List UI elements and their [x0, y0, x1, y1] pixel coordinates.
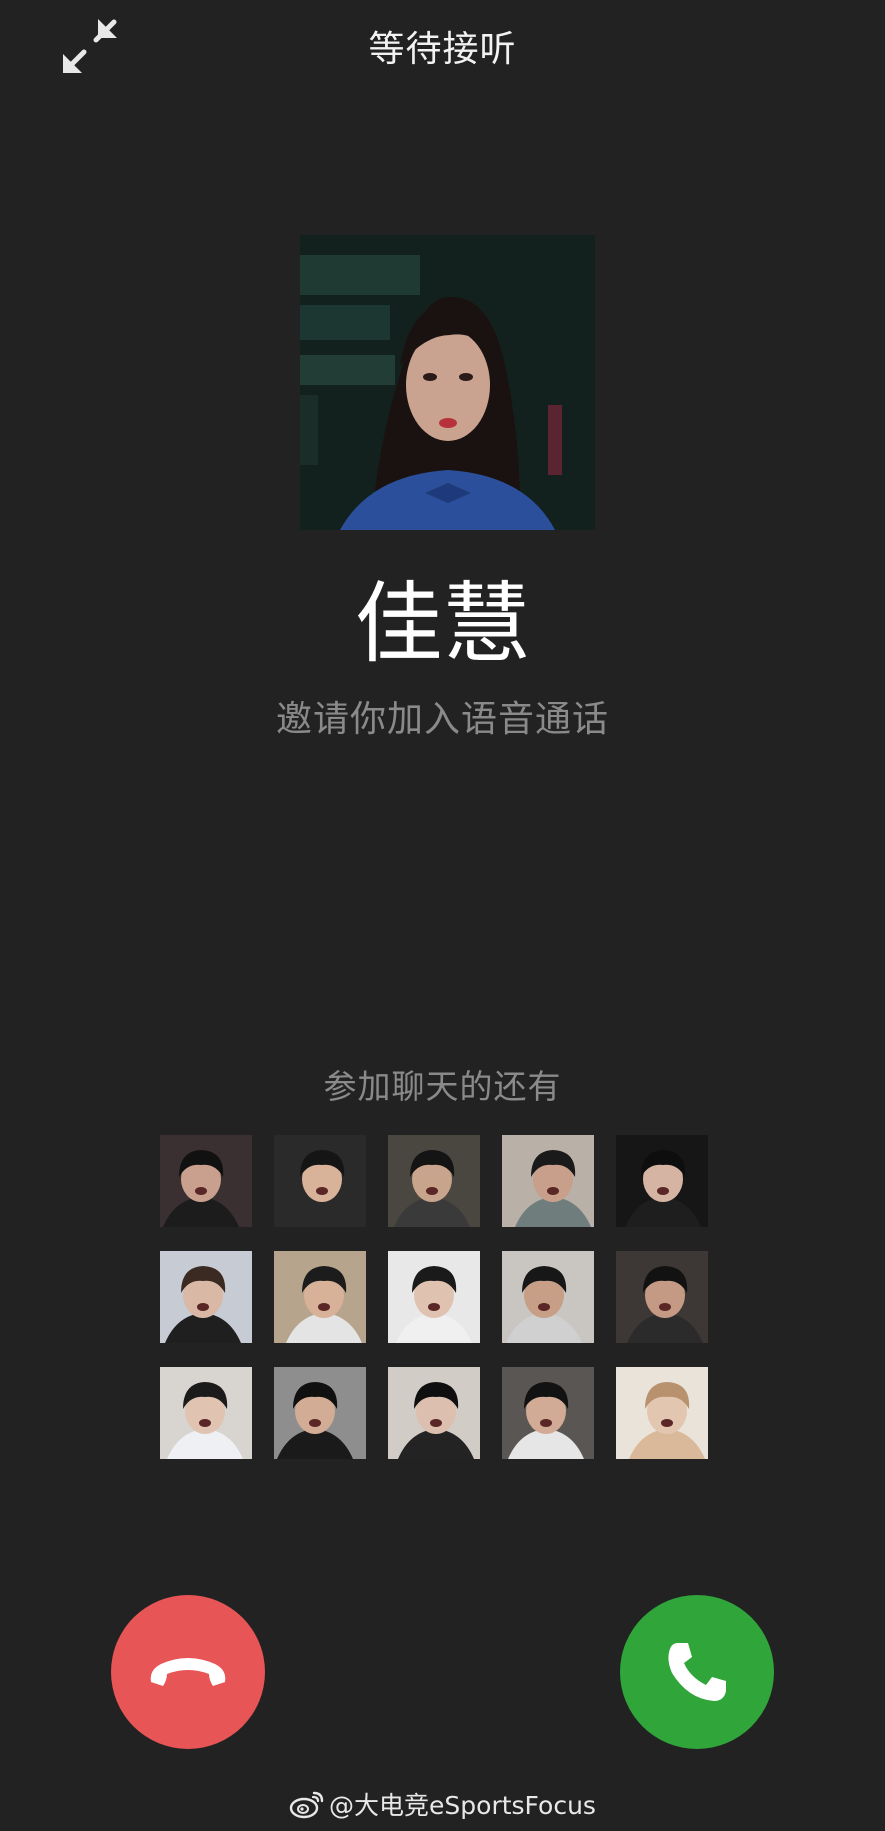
watermark-text: @大电竞eSportsFocus	[329, 1791, 596, 1820]
watermark: @大电竞eSportsFocus	[0, 1786, 885, 1822]
participant-avatar[interactable]	[274, 1367, 366, 1459]
weibo-icon	[289, 1791, 324, 1819]
phone-icon	[668, 1643, 726, 1701]
participant-avatar[interactable]	[502, 1251, 594, 1343]
participant-avatar[interactable]	[616, 1251, 708, 1343]
participant-avatar[interactable]	[502, 1135, 594, 1227]
participant-avatar[interactable]	[502, 1367, 594, 1459]
participant-avatar[interactable]	[160, 1367, 252, 1459]
participant-avatar[interactable]	[616, 1135, 708, 1227]
accept-button[interactable]	[620, 1595, 774, 1749]
participants-label: 参加聊天的还有	[323, 1067, 562, 1106]
invite-text: 邀请你加入语音通话	[275, 699, 609, 740]
participants-grid	[160, 1135, 730, 1459]
participant-avatar[interactable]	[388, 1251, 480, 1343]
caller-name: 佳慧	[354, 572, 531, 675]
call-status: 等待接听	[368, 29, 517, 70]
participant-avatar[interactable]	[388, 1367, 480, 1459]
hang-up-icon	[150, 1658, 226, 1686]
participant-avatar[interactable]	[160, 1251, 252, 1343]
participant-avatar[interactable]	[160, 1135, 252, 1227]
participant-avatar[interactable]	[616, 1367, 708, 1459]
participant-avatar[interactable]	[274, 1135, 366, 1227]
decline-button[interactable]	[111, 1595, 265, 1749]
caller-avatar	[300, 235, 595, 530]
participant-avatar[interactable]	[388, 1135, 480, 1227]
participant-avatar[interactable]	[274, 1251, 366, 1343]
